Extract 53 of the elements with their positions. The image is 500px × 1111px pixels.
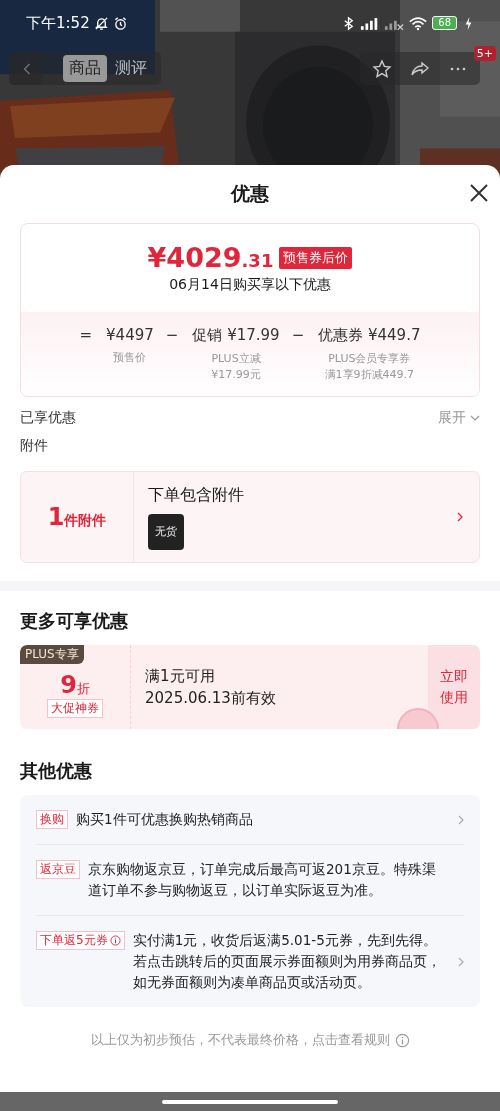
price-tag: 预售券后价 <box>279 246 353 269</box>
offer-tag: 下单返5元券 <box>36 931 125 950</box>
operator-sign: − <box>165 326 179 346</box>
price-label: PLUS立减 <box>211 351 261 367</box>
price-note: 满1享9折减449.7 <box>324 367 415 383</box>
expand-toggle[interactable]: 展开 <box>438 409 480 427</box>
section-title: 更多可享优惠 <box>20 609 129 633</box>
price-subtitle: 06月14日购买享以下优惠 <box>169 276 331 294</box>
discount-value: 9折 <box>60 670 90 699</box>
chevron-right-icon <box>457 512 463 522</box>
info-icon[interactable] <box>109 935 121 946</box>
operator-sign: = <box>79 326 93 346</box>
price-amount: 促销 ¥17.99 <box>192 326 280 345</box>
plus-badge: PLUS专享 <box>20 645 84 664</box>
accessory-thumbnail: 无货 <box>148 513 184 550</box>
close-icon[interactable] <box>469 183 489 203</box>
coupon-validity: 2025.06.13前有效 <box>145 688 277 708</box>
alarm-clock-icon <box>112 15 128 31</box>
offer-tag: 换购 <box>36 810 68 829</box>
price-amount: 优惠券 ¥449.7 <box>318 326 421 345</box>
status-time: 下午1:52 <box>26 13 90 33</box>
star-icon[interactable] <box>372 58 392 79</box>
battery-indicator: 68 <box>432 16 457 30</box>
nav-tab[interactable]: 测评 <box>109 55 153 82</box>
offer-text: 京东购物返京豆，订单完成后最高可返201京豆。特殊渠道订单不参与购物返豆，以订单实际返豆为准。 <box>88 860 437 900</box>
chevron-down-icon[interactable] <box>470 415 480 421</box>
offer-text: 实付满1元，收货后返满5.01-5元券，先到先得。若点击跳转后的页面展示券面额则为用券商品页，如无券面额则为凑单商品页或活动页。 <box>132 931 442 992</box>
chevron-right-icon[interactable] <box>458 814 464 825</box>
price-label: PLUS会员专享券 <box>328 351 411 367</box>
operator-sign: − <box>291 326 305 346</box>
bell-off-icon <box>93 15 109 31</box>
accessory-heading: 下单包含附件 <box>148 484 245 506</box>
wifi-icon <box>408 15 429 31</box>
coupon-condition: 满1元可用 <box>145 666 216 686</box>
offer-tag: 返京豆 <box>36 860 80 879</box>
accessory-card[interactable]: 1件附件 下单包含附件 无货 <box>20 471 480 563</box>
coupon-tag: 大促神券 <box>47 698 103 718</box>
price-label: 预售价 <box>113 350 147 366</box>
section-title: 其他优惠 <box>20 759 93 783</box>
footer-note: 以上仅为初步预估，不代表最终价格，点击查看规则 <box>90 1031 390 1049</box>
chevron-right-icon[interactable] <box>458 956 464 967</box>
nav-tab[interactable]: 商品 <box>63 55 107 82</box>
price-amount: ¥4497 <box>106 326 154 344</box>
accessory-count: 1件附件 <box>47 503 107 531</box>
use-now-button[interactable]: 立即使用 <box>428 645 480 729</box>
home-indicator[interactable] <box>162 1099 338 1104</box>
section-label: 已享优惠 <box>20 409 76 427</box>
info-icon[interactable] <box>394 1032 410 1048</box>
price-note: ¥17.99元 <box>211 367 261 383</box>
sheet-title: 优惠 <box>231 181 269 206</box>
section-label: 附件 <box>20 437 49 455</box>
offer-text: 购买1件可优惠换购热销商品 <box>76 810 254 829</box>
final-price: ¥4029.31 <box>147 242 274 273</box>
